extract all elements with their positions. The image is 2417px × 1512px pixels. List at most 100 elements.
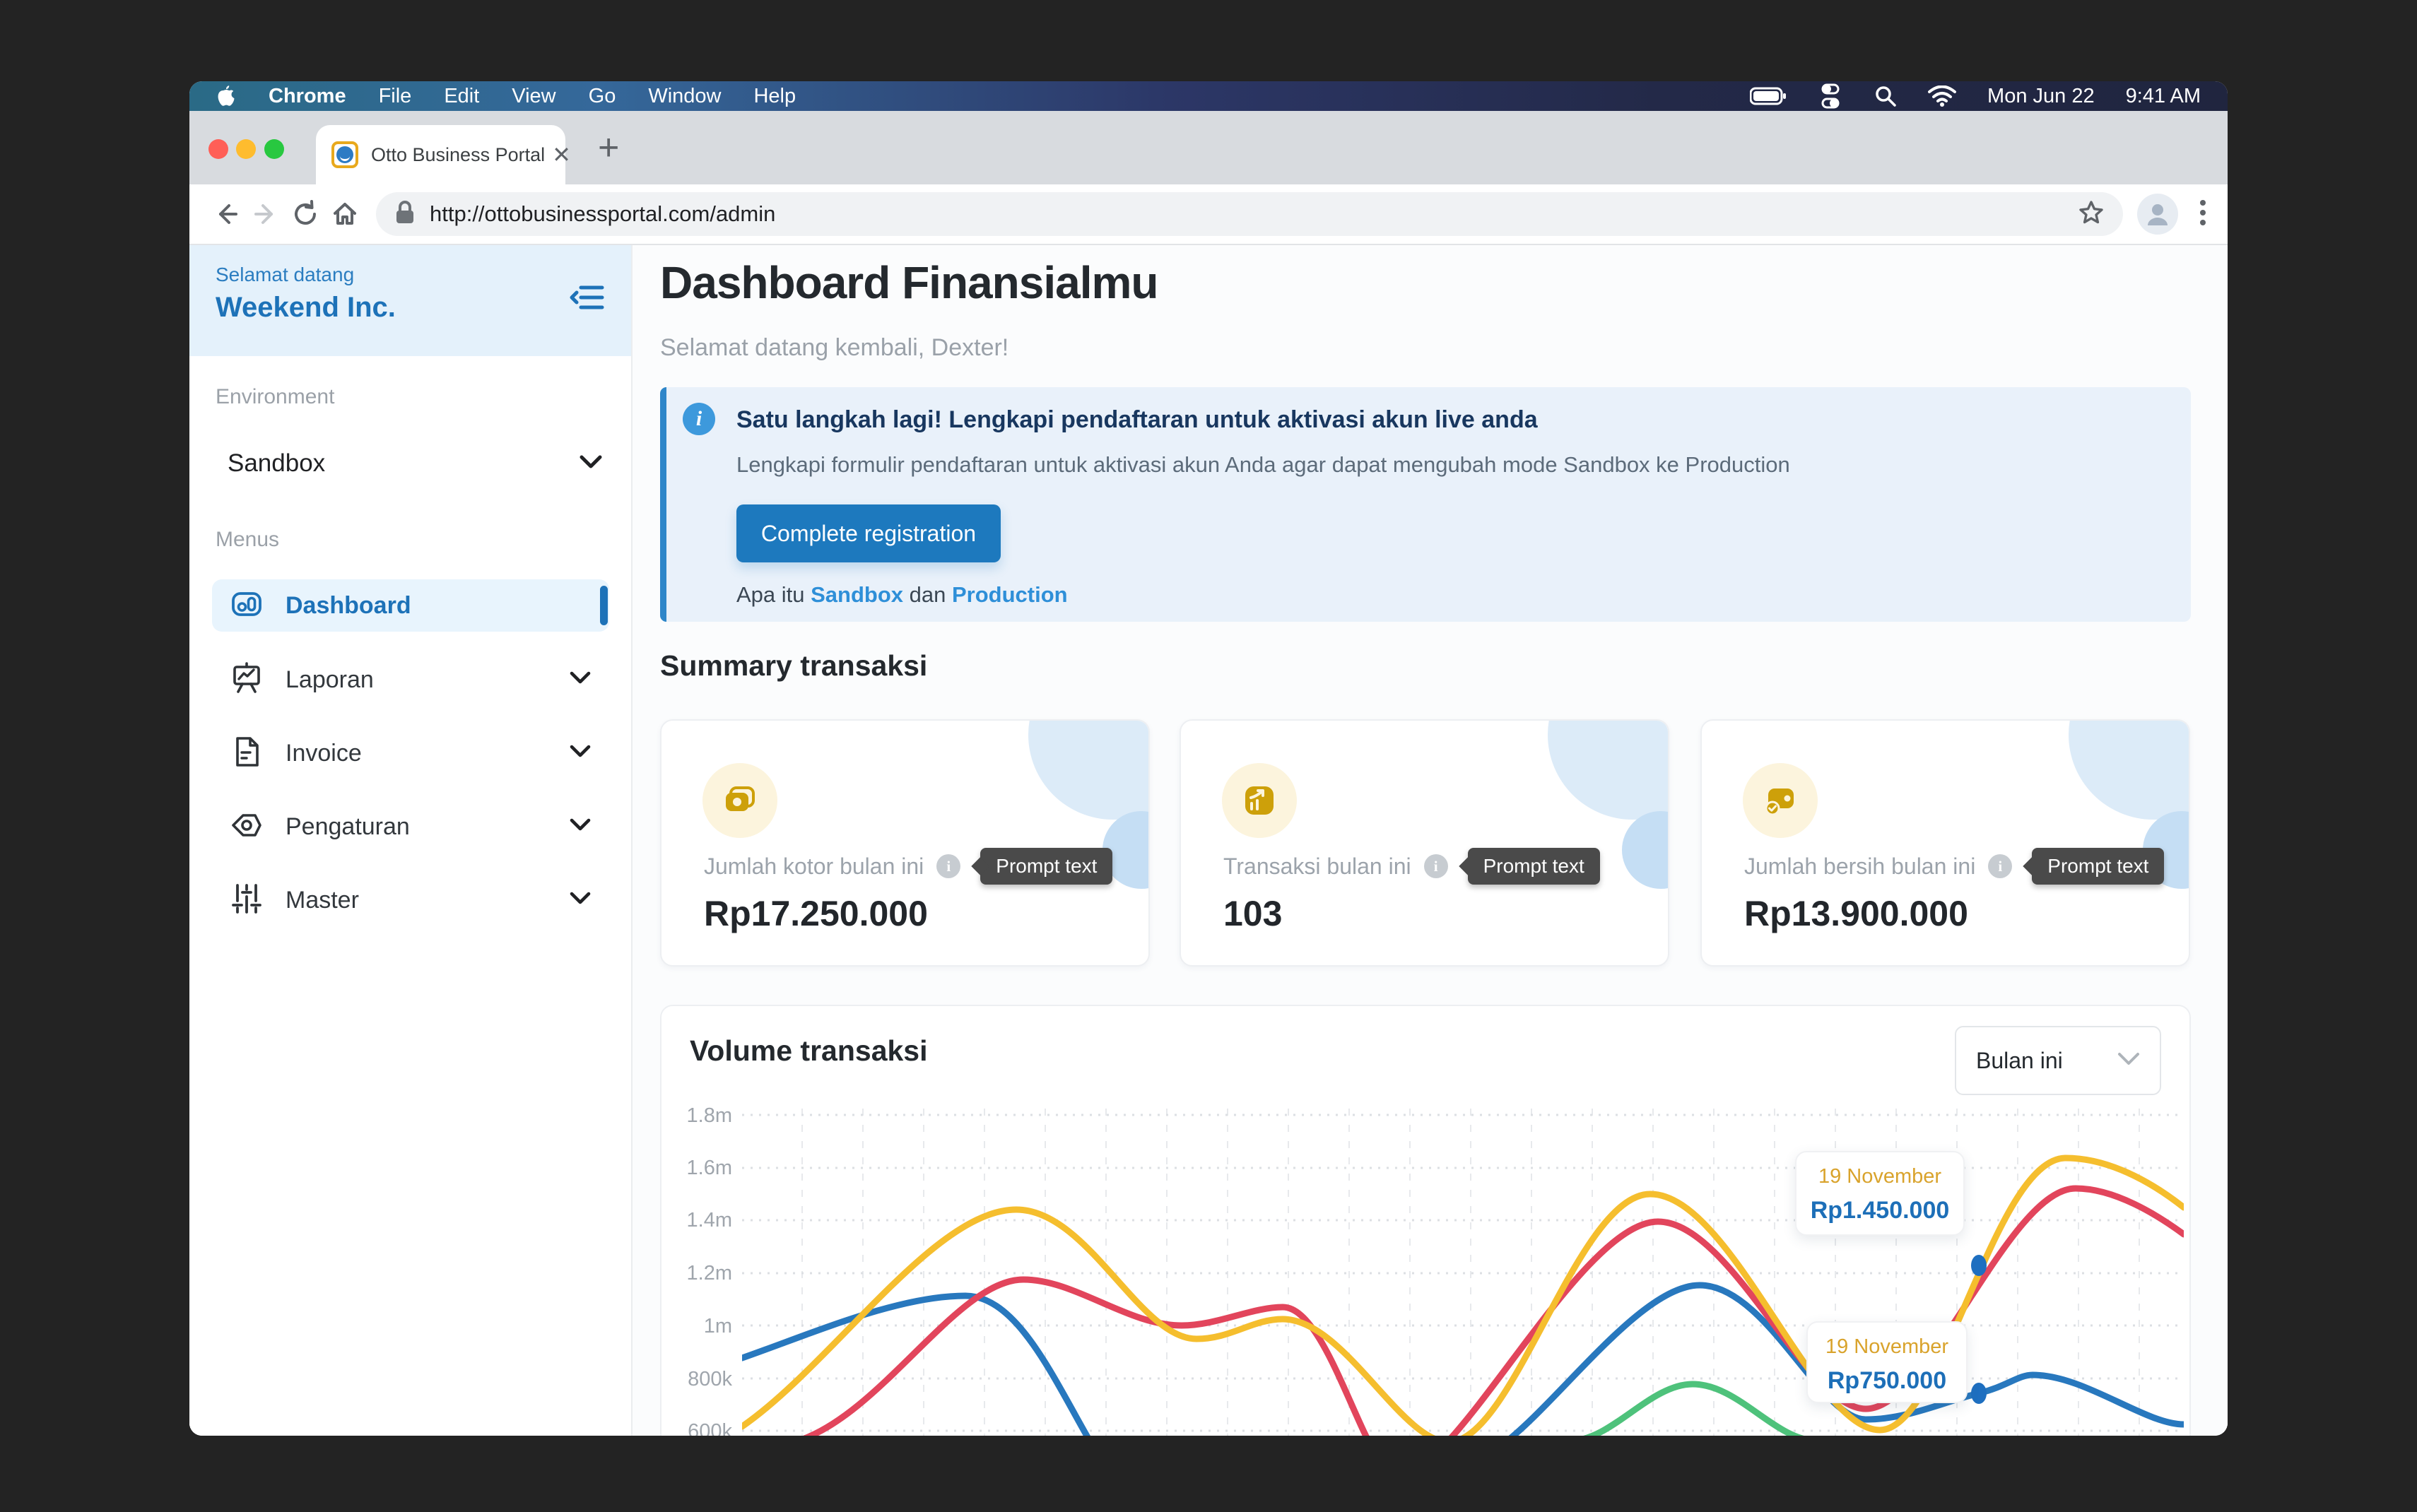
chart-period-select[interactable]: Bulan ini (1955, 1026, 2161, 1095)
sidebar: Selamat datang Weekend Inc. Environment … (189, 245, 633, 1436)
y-tick-label: 1.8m (661, 1104, 732, 1128)
money-bills-icon (702, 763, 777, 838)
menubar-file[interactable]: File (379, 85, 412, 108)
footnote-mid: dan (903, 582, 952, 607)
tooltip-chip: Prompt text (2032, 848, 2164, 885)
menubar-window[interactable]: Window (648, 85, 721, 108)
dashboard-icon (230, 588, 263, 624)
sidebar-item-laporan[interactable]: Laporan (212, 654, 609, 706)
macos-menubar: Chrome File Edit View Go Window Help (189, 81, 2228, 111)
card-value: Rp17.250.000 (704, 893, 928, 934)
tooltip-chip: Prompt text (980, 848, 1112, 885)
y-tick-label: 1m (661, 1314, 732, 1338)
y-tick-label: 1.2m (661, 1261, 732, 1285)
card-label: Jumlah kotor bulan ini (704, 854, 924, 880)
apple-logo-icon[interactable] (216, 85, 236, 107)
menubar-view[interactable]: View (512, 85, 555, 108)
volume-chart-card: Volume transaksi Bulan ini 1.8m 1.6m 1.4… (660, 1005, 2191, 1436)
card-value: Rp13.900.000 (1744, 893, 1968, 934)
window-close-button[interactable] (208, 139, 228, 159)
control-center-icon[interactable] (1818, 83, 1843, 109)
sidebar-item-pengaturan[interactable]: Pengaturan (212, 801, 609, 853)
decorative-circle (1028, 719, 1150, 820)
summary-card-gross: Jumlah kotor bulan ini i Prompt text Rp1… (660, 719, 1150, 967)
new-tab-button[interactable]: + (598, 126, 619, 169)
wallet-check-icon (1743, 763, 1818, 838)
banner-footnote: Apa itu Sandbox dan Production (736, 582, 1068, 608)
back-icon[interactable] (206, 194, 246, 234)
y-tick-label: 600k (661, 1419, 732, 1436)
browser-tab[interactable]: Otto Business Portal ✕ (316, 125, 565, 184)
tooltip-value: Rp1.450.000 (1796, 1197, 1963, 1224)
chart-up-icon (1222, 763, 1297, 838)
highlight-marker-dot[interactable] (1971, 1383, 1987, 1404)
info-icon[interactable]: i (936, 854, 960, 878)
forward-icon[interactable] (246, 194, 286, 234)
tab-close-icon[interactable]: ✕ (552, 141, 571, 168)
line-chart-plot[interactable] (742, 1109, 2184, 1436)
banner-body: Lengkapi formulir pendaftaran untuk akti… (736, 452, 1790, 478)
collapse-sidebar-icon[interactable] (570, 279, 606, 319)
registration-banner: i Satu langkah lagi! Lengkapi pendaftara… (660, 387, 2191, 622)
settings-gear-icon (230, 809, 263, 845)
company-name: Weekend Inc. (216, 292, 396, 324)
complete-registration-button[interactable]: Complete registration (736, 504, 1001, 562)
sidebar-item-label: Master (286, 887, 570, 914)
mac-screen: Chrome File Edit View Go Window Help (189, 81, 2228, 1436)
sidebar-item-label: Invoice (286, 740, 570, 767)
production-link[interactable]: Production (952, 582, 1068, 607)
tooltip-value: Rp750.000 (1808, 1367, 1966, 1395)
active-indicator (600, 586, 608, 625)
lock-icon (394, 200, 416, 229)
decorative-circle (2069, 719, 2190, 820)
summary-card-net: Jumlah bersih bulan ini i Prompt text Rp… (1700, 719, 2190, 967)
tooltip-date: 19 November (1808, 1335, 1966, 1359)
menubar-app-name[interactable]: Chrome (269, 85, 346, 108)
bookmark-star-icon[interactable] (2078, 199, 2105, 230)
chart-heading: Volume transaksi (690, 1034, 928, 1068)
app-viewport: Selamat datang Weekend Inc. Environment … (189, 245, 2228, 1436)
info-icon[interactable]: i (1988, 854, 2012, 878)
chevron-down-icon (570, 892, 591, 909)
tooltip-date: 19 November (1796, 1165, 1963, 1188)
sidebar-item-master[interactable]: Master (212, 874, 609, 926)
sidebar-item-dashboard[interactable]: Dashboard (212, 579, 609, 632)
battery-icon[interactable] (1750, 87, 1787, 105)
sidebar-welcome-label: Selamat datang (216, 264, 354, 286)
chart-period-value: Bulan ini (1976, 1048, 2117, 1074)
url-text[interactable]: http://ottobusinessportal.com/admin (430, 201, 2078, 227)
sandbox-link[interactable]: Sandbox (811, 582, 903, 607)
menubar-edit[interactable]: Edit (444, 85, 479, 108)
summary-card-transactions: Transaksi bulan ini i Prompt text 103 (1180, 719, 1669, 967)
banner-accent-bar (660, 387, 666, 622)
sidebar-item-invoice[interactable]: Invoice (212, 727, 609, 779)
highlight-marker-dot[interactable] (1971, 1255, 1987, 1276)
environment-select[interactable]: Sandbox (228, 444, 603, 483)
summary-heading: Summary transaksi (660, 649, 927, 683)
spotlight-search-icon[interactable] (1874, 85, 1897, 107)
reload-icon[interactable] (286, 194, 325, 234)
home-icon[interactable] (325, 194, 365, 234)
sidebar-header: Selamat datang Weekend Inc. (189, 245, 631, 356)
window-minimize-button[interactable] (236, 139, 256, 159)
sidebar-item-label: Pengaturan (286, 813, 570, 841)
chart-tooltip: 19 November Rp750.000 (1806, 1321, 1968, 1403)
sidebar-item-label: Dashboard (286, 592, 591, 620)
browser-menu-icon[interactable] (2198, 197, 2208, 232)
wifi-icon[interactable] (1928, 85, 1956, 107)
card-label: Jumlah bersih bulan ini (1744, 854, 1975, 880)
chevron-down-icon (2117, 1052, 2140, 1070)
window-zoom-button[interactable] (264, 139, 284, 159)
chevron-down-icon (570, 745, 591, 762)
main-content: Dashboard Finansialmu Selamat datang kem… (633, 245, 2228, 1436)
address-bar[interactable]: http://ottobusinessportal.com/admin (376, 192, 2123, 236)
sliders-icon (230, 882, 263, 919)
menus-label: Menus (216, 528, 279, 552)
menubar-help[interactable]: Help (753, 85, 796, 108)
browser-profile-avatar[interactable] (2137, 194, 2178, 235)
chevron-down-icon (570, 818, 591, 836)
menubar-go[interactable]: Go (589, 85, 616, 108)
tooltip-chip: Prompt text (1468, 848, 1600, 885)
info-icon: i (683, 403, 715, 435)
info-icon[interactable]: i (1424, 854, 1448, 878)
